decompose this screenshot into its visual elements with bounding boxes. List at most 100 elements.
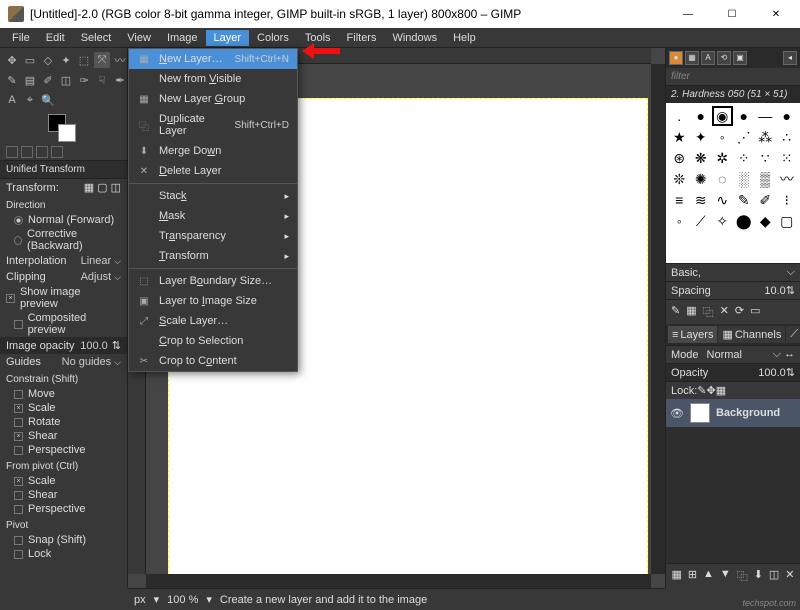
mask-layer-icon[interactable]: ◫ [769, 568, 779, 584]
dock-tab-brush[interactable]: ● [669, 51, 683, 65]
open-brush-icon[interactable]: ▭ [750, 304, 760, 320]
minimize-button[interactable]: — [666, 0, 710, 28]
dock-tab-font[interactable]: A [701, 51, 715, 65]
interpolation-row[interactable]: InterpolationLinear [0, 253, 127, 269]
tool-unified-transform-icon[interactable]: ⤧ [94, 52, 110, 68]
brush-item[interactable]: ⬤ [734, 211, 755, 231]
direction-normal[interactable]: Normal (Forward) [0, 213, 127, 227]
brush-item[interactable]: ▢ [777, 211, 798, 231]
merge-layer-icon[interactable]: ⬇ [754, 568, 763, 584]
maximize-button[interactable]: ☐ [710, 0, 754, 28]
duplicate-brush-icon[interactable]: ⿻ [703, 304, 714, 320]
brush-item[interactable]: ⊛ [669, 148, 690, 168]
lock-pixels-icon[interactable]: ✎ [697, 384, 706, 397]
brush-item[interactable]: ❋ [691, 148, 712, 168]
dock-tab-image[interactable]: ▣ [733, 51, 747, 65]
tool-text-icon[interactable]: A [4, 92, 20, 108]
brush-item[interactable]: ◉ [712, 106, 733, 126]
brush-item[interactable]: ⁝ [777, 190, 798, 210]
menu-file[interactable]: File [4, 30, 38, 46]
visibility-icon[interactable]: 👁 [670, 407, 684, 420]
brush-item[interactable]: ∿ [712, 190, 733, 210]
delete-layer-icon[interactable]: ✕ [785, 568, 794, 584]
brush-item[interactable]: . [669, 106, 690, 126]
brush-item[interactable]: ⁙ [777, 148, 798, 168]
menu-item-new-from-visible[interactable]: New from Visible [129, 69, 297, 89]
direction-corrective[interactable]: Corrective (Backward) [0, 227, 127, 253]
brush-item[interactable]: ✎ [734, 190, 755, 210]
brush-item[interactable]: ░ [734, 169, 755, 189]
menu-item-transparency[interactable]: Transparency▸ [129, 226, 297, 246]
menu-item-layer-to-image-size[interactable]: ▣Layer to Image Size [129, 291, 297, 311]
constrain-scale[interactable]: Scale [0, 401, 127, 415]
brush-item[interactable]: 〰 [777, 169, 798, 189]
tool-fuzzy-select-icon[interactable]: ✦ [58, 52, 74, 68]
opt-tab-1[interactable] [6, 146, 18, 158]
opt-tab-4[interactable] [51, 146, 63, 158]
tool-free-select-icon[interactable]: ◇ [40, 52, 56, 68]
dock-menu-icon[interactable]: ◂ [783, 51, 797, 65]
new-layer-icon[interactable]: ▦ [671, 568, 681, 584]
menu-item-delete-layer[interactable]: ✕Delete Layer [129, 161, 297, 181]
tool-warp-icon[interactable]: 〰 [112, 52, 128, 68]
brush-item[interactable]: ⁘ [734, 148, 755, 168]
tab-paths[interactable]: ⟋Paths [786, 326, 800, 343]
menu-item-layer-boundary-size-[interactable]: ⬚Layer Boundary Size… [129, 271, 297, 291]
brush-item[interactable]: — [755, 106, 776, 126]
menu-image[interactable]: Image [159, 30, 206, 46]
fg-bg-colors[interactable] [0, 112, 127, 144]
brush-item[interactable]: ◆ [755, 211, 776, 231]
brush-item[interactable]: ∴ [777, 127, 798, 147]
brush-item[interactable]: ★ [669, 127, 690, 147]
stepper-icon[interactable]: ⇅ [786, 366, 795, 379]
menu-item-stack[interactable]: Stack▸ [129, 186, 297, 206]
menu-edit[interactable]: Edit [38, 30, 73, 46]
tool-pencil-icon[interactable]: ✐ [40, 72, 56, 88]
image-opacity-row[interactable]: Image opacity100.0⇅ [0, 337, 127, 354]
menu-item-transform[interactable]: Transform▸ [129, 246, 297, 266]
brush-item[interactable]: ▒ [755, 169, 776, 189]
brush-item[interactable]: ✺ [691, 169, 712, 189]
lock-alpha-icon[interactable]: ▦ [716, 384, 726, 397]
layer-thumbnail[interactable] [690, 403, 710, 423]
menu-item-duplicate-layer[interactable]: ⿻Duplicate LayerShift+Ctrl+D [129, 109, 297, 141]
dock-tab-history[interactable]: ⟲ [717, 51, 731, 65]
pivot-perspective[interactable]: Perspective [0, 502, 127, 516]
new-group-icon[interactable]: ⊞ [688, 568, 697, 584]
constrain-shear[interactable]: Shear [0, 429, 127, 443]
delete-brush-icon[interactable]: ✕ [720, 304, 729, 320]
tool-clone-icon[interactable]: ✑ [76, 72, 92, 88]
pivot-snap[interactable]: Snap (Shift) [0, 533, 127, 547]
menu-view[interactable]: View [119, 30, 159, 46]
menu-item-mask[interactable]: Mask▸ [129, 206, 297, 226]
menu-filters[interactable]: Filters [339, 30, 385, 46]
close-button[interactable]: ✕ [754, 0, 798, 28]
tool-gradient-icon[interactable]: ▤ [22, 72, 38, 88]
tool-smudge-icon[interactable]: ☟ [94, 72, 110, 88]
tool-move-icon[interactable]: ✥ [4, 52, 20, 68]
opt-tab-3[interactable] [36, 146, 48, 158]
pivot-shear[interactable]: Shear [0, 488, 127, 502]
guides-row[interactable]: GuidesNo guides [0, 354, 127, 370]
brush-preset-row[interactable]: Basic,⌵ [666, 263, 800, 281]
transform-target-icon[interactable]: ▦ ▢ ◫ [84, 181, 121, 194]
layer-item-background[interactable]: 👁 Background [666, 399, 800, 427]
pivot-scale[interactable]: Scale [0, 474, 127, 488]
raise-layer-icon[interactable]: ▲ [703, 568, 714, 584]
menu-item-scale-layer-[interactable]: ⤢Scale Layer… [129, 311, 297, 331]
menu-item-new-layer-group[interactable]: ▦New Layer Group [129, 89, 297, 109]
status-unit[interactable]: px [134, 594, 146, 606]
menu-windows[interactable]: Windows [384, 30, 445, 46]
menu-item-new-layer-[interactable]: ▦New Layer…Shift+Ctrl+N [129, 49, 297, 69]
brush-item[interactable]: ✧ [712, 211, 733, 231]
brush-item[interactable]: ⟋ [691, 211, 712, 231]
tool-eraser-icon[interactable]: ◫ [58, 72, 74, 88]
lower-layer-icon[interactable]: ▼ [720, 568, 731, 584]
scrollbar-horizontal[interactable] [146, 574, 651, 588]
brush-item[interactable]: ✲ [712, 148, 733, 168]
brush-item[interactable]: ≡ [669, 190, 690, 210]
tab-channels[interactable]: ▦Channels [718, 326, 785, 343]
brush-item[interactable]: ∵ [755, 148, 776, 168]
composited-check[interactable]: Composited preview [0, 311, 127, 337]
constrain-perspective[interactable]: Perspective [0, 443, 127, 457]
